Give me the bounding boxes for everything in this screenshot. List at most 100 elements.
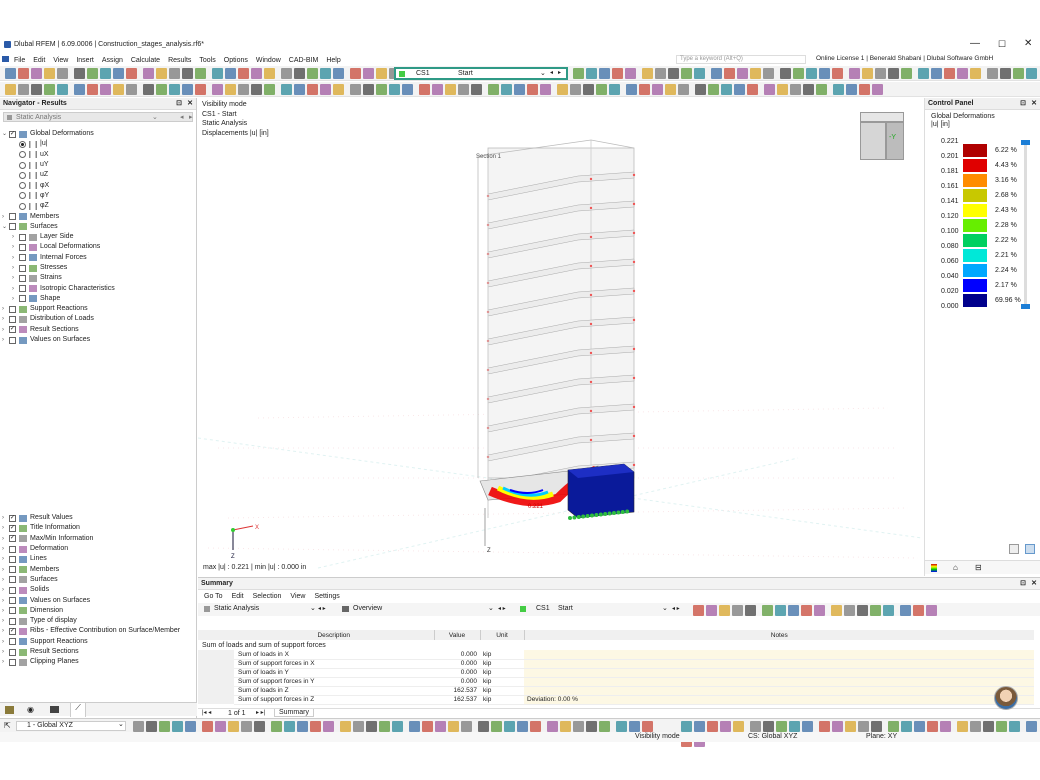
tree-item[interactable]: ⌄ ✓ Global Deformations (2, 129, 194, 139)
prev-stage-icon[interactable]: ◂ (550, 69, 553, 76)
toolbar-button-icon[interactable] (504, 721, 515, 732)
checkbox[interactable] (9, 305, 16, 313)
tree-item[interactable]: › Members (2, 211, 194, 221)
chevron-down-icon[interactable]: ⌄ (310, 604, 316, 612)
toolbar-button-icon[interactable] (195, 68, 206, 79)
checkbox[interactable]: ✓ (9, 130, 16, 138)
summary-menu-item[interactable]: View (290, 593, 305, 600)
summary-cs-id[interactable]: CS1 (536, 605, 550, 612)
toolbar-button-icon[interactable] (307, 84, 318, 95)
toolbar-button-icon[interactable] (113, 84, 124, 95)
checkbox[interactable]: ✓ (9, 627, 16, 635)
table-row[interactable]: Sum of support forces in Z 162.537 kip D… (198, 695, 1034, 705)
coord-system-select[interactable]: 1 - Global XYZ (16, 721, 126, 731)
toolbar-button-icon[interactable] (225, 68, 236, 79)
toolbar-button-icon[interactable] (832, 721, 843, 732)
toolbar-button-icon[interactable] (31, 84, 42, 95)
display-tab-icon[interactable]: ◉ (27, 705, 34, 714)
toolbar-button-icon[interactable] (583, 84, 594, 95)
tree-item[interactable]: › ✓ Max/Min Information (2, 534, 194, 544)
chevron-right-icon[interactable]: › (2, 596, 9, 606)
cursor-icon[interactable]: ⇱ (4, 721, 11, 730)
tree-item[interactable]: › Members (2, 564, 194, 574)
toolbar-button-icon[interactable] (458, 84, 469, 95)
tree-item[interactable]: › ✓ Result Values (2, 513, 194, 523)
toolbar-button-icon[interactable] (1009, 721, 1020, 732)
toolbar-button-icon[interactable] (57, 84, 68, 95)
toolbar-button-icon[interactable] (694, 68, 705, 79)
menu-item[interactable]: File (14, 57, 25, 64)
toolbar-button-icon[interactable] (927, 721, 938, 732)
toolbar-button-icon[interactable] (195, 84, 206, 95)
toolbar-button-icon[interactable] (764, 84, 775, 95)
toolbar-button-icon[interactable] (1000, 68, 1011, 79)
toolbar-button-icon[interactable] (363, 84, 374, 95)
toolbar-button-icon[interactable] (379, 721, 390, 732)
chevron-right-icon[interactable]: › (2, 554, 9, 564)
chevron-right-icon[interactable]: › (12, 263, 19, 273)
summary-cs-name[interactable]: Start (558, 605, 573, 612)
toolbar-button-icon[interactable] (625, 68, 636, 79)
toolbar-button-icon[interactable] (695, 84, 706, 95)
table-row[interactable]: Sum of support forces in X 0.000 kip (198, 659, 1034, 669)
radio-button[interactable] (19, 140, 26, 148)
slider-handle-bottom[interactable] (1021, 304, 1030, 309)
legend-tab-icon[interactable] (931, 564, 937, 572)
summary-view[interactable]: Overview (353, 605, 382, 612)
toolbar-button-icon[interactable] (707, 721, 718, 732)
toolbar-button-icon[interactable] (801, 605, 812, 616)
chevron-right-icon[interactable]: › (12, 284, 19, 294)
slider-handle-top[interactable] (1021, 140, 1030, 145)
menu-item[interactable]: Window (256, 57, 281, 64)
toolbar-button-icon[interactable] (694, 721, 705, 732)
toolbar-button-icon[interactable] (264, 68, 275, 79)
toolbar-button-icon[interactable] (202, 721, 213, 732)
toolbar-button-icon[interactable] (665, 84, 676, 95)
toolbar-button-icon[interactable] (146, 721, 157, 732)
checkbox[interactable]: ✓ (9, 326, 16, 334)
toolbar-button-icon[interactable] (900, 605, 911, 616)
toolbar-button-icon[interactable] (586, 68, 597, 79)
toolbar-button-icon[interactable] (870, 605, 881, 616)
analysis-select[interactable]: Static Analysis ⌄ ◂ ▸ (3, 112, 193, 122)
close-button[interactable]: ✕ (1024, 38, 1032, 49)
toolbar-button-icon[interactable] (629, 721, 640, 732)
toolbar-button-icon[interactable] (281, 68, 292, 79)
toolbar-button-icon[interactable] (297, 721, 308, 732)
tab-summary[interactable]: Summary (274, 709, 314, 717)
chevron-right-icon[interactable]: › (2, 325, 9, 335)
chevron-right-icon[interactable]: › (2, 647, 9, 657)
menu-item[interactable]: Edit (33, 57, 45, 64)
tree-item[interactable]: uX (2, 150, 194, 160)
toolbar-button-icon[interactable] (819, 721, 830, 732)
chevron-right-icon[interactable]: › (2, 616, 9, 626)
toolbar-button-icon[interactable] (745, 605, 756, 616)
settings-icon[interactable] (1009, 544, 1019, 554)
toolbar-button-icon[interactable] (238, 84, 249, 95)
toolbar-button-icon[interactable] (708, 84, 719, 95)
toolbar-button-icon[interactable] (681, 68, 692, 79)
toolbar-button-icon[interactable] (307, 68, 318, 79)
toolbar-button-icon[interactable] (340, 721, 351, 732)
prev-icon[interactable]: ◂ ▸ (498, 605, 506, 612)
toolbar-button-icon[interactable] (389, 84, 400, 95)
toolbar-button-icon[interactable] (143, 84, 154, 95)
toolbar-button-icon[interactable] (693, 605, 704, 616)
toolbar-button-icon[interactable] (182, 68, 193, 79)
menu-item[interactable]: Tools (199, 57, 215, 64)
toolbar-button-icon[interactable] (294, 84, 305, 95)
tree-item[interactable]: › Dimension (2, 606, 194, 616)
toolbar-button-icon[interactable] (294, 68, 305, 79)
prev-icon[interactable]: ◂ ▸ (672, 605, 680, 612)
checkbox[interactable] (9, 555, 16, 563)
toolbar-button-icon[interactable] (639, 84, 650, 95)
toolbar-button-icon[interactable] (944, 68, 955, 79)
toolbar-button-icon[interactable] (350, 84, 361, 95)
toolbar-button-icon[interactable] (831, 605, 842, 616)
menu-item[interactable]: Calculate (131, 57, 160, 64)
maximize-button[interactable]: ☐ (998, 39, 1006, 50)
toolbar-button-icon[interactable] (527, 84, 538, 95)
tree-item[interactable]: › Result Sections (2, 647, 194, 657)
chevron-right-icon[interactable]: › (2, 513, 9, 523)
toolbar-button-icon[interactable] (983, 721, 994, 732)
